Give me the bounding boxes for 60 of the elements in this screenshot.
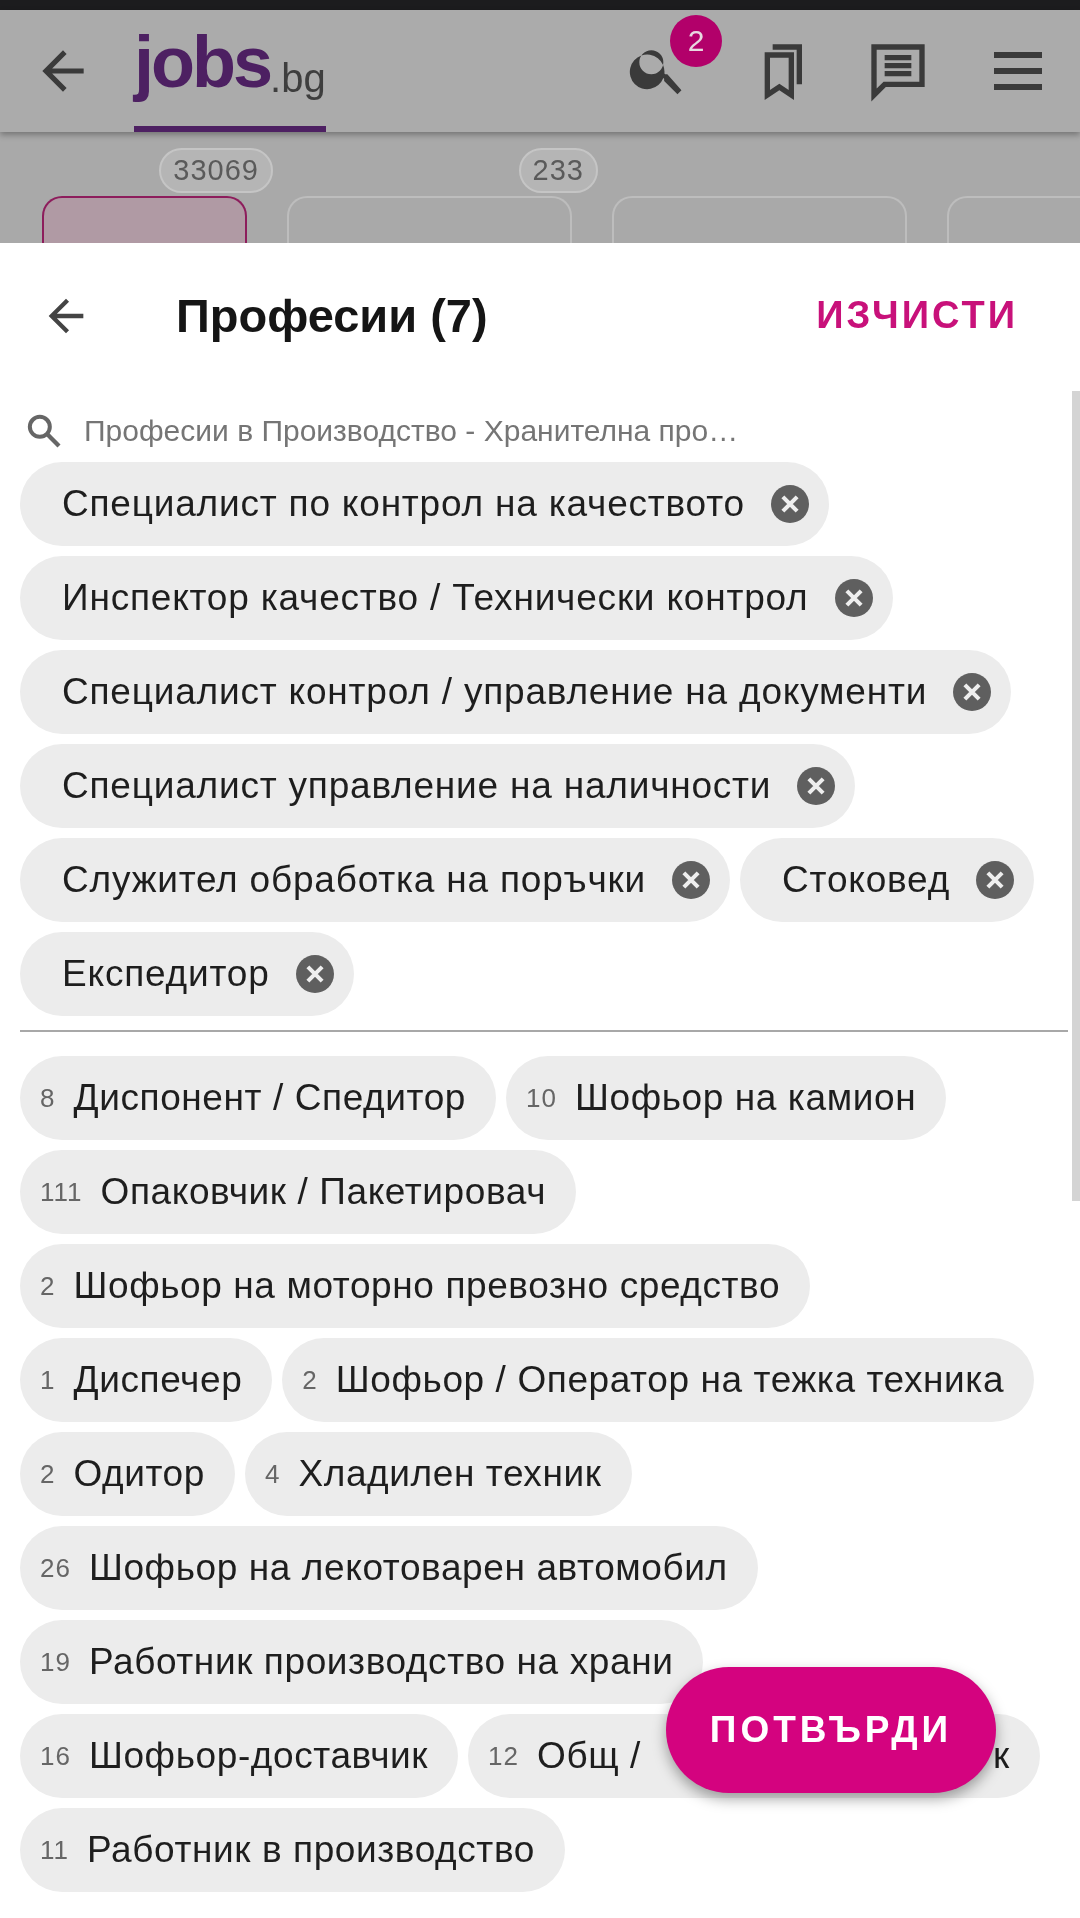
chip-label: Шофьор на моторно превозно средство <box>73 1265 781 1307</box>
scrollbar[interactable] <box>1072 391 1080 1201</box>
job-count: 12 <box>488 1740 520 1772</box>
selected-chip[interactable]: Стоковед <box>740 838 1035 922</box>
suggestion-chip[interactable]: 16 Шофьор-доставчик <box>20 1714 459 1798</box>
remove-icon[interactable] <box>797 767 836 805</box>
chip-label: Шофьор-доставчик <box>88 1735 429 1777</box>
job-count: 8 <box>40 1082 56 1114</box>
remove-icon[interactable] <box>295 955 334 993</box>
remove-icon[interactable] <box>976 861 1015 899</box>
chip-label: Работник в производство <box>87 1829 535 1871</box>
suggestion-chip[interactable]: 8 Диспонент / Спедитор <box>20 1056 496 1140</box>
sheet-title: Професии (7) <box>176 288 489 343</box>
chip-label: Опаковчик / Пакетировач <box>100 1171 547 1213</box>
chip-label: Общ / <box>537 1735 641 1777</box>
job-count: 26 <box>40 1552 71 1584</box>
chip-label: Диспечер <box>73 1359 243 1401</box>
notification-badge: 2 <box>670 15 722 67</box>
job-count: 2 <box>302 1364 318 1396</box>
suggestion-chip[interactable]: 19 Работник производство на храни <box>20 1620 704 1704</box>
job-count: 11 <box>40 1834 69 1866</box>
suggestion-chip[interactable]: 2 Одитор <box>20 1432 235 1516</box>
selected-chip[interactable]: Инспектор качество / Технически контрол <box>20 556 893 640</box>
chip-label: Шофьор на камион <box>574 1077 917 1119</box>
chip-label: Шофьор на лекотоварен автомобил <box>88 1547 728 1589</box>
job-count: 16 <box>40 1740 71 1772</box>
remove-icon[interactable] <box>953 673 992 711</box>
remove-icon[interactable] <box>672 861 711 899</box>
job-count: 4 <box>265 1458 281 1490</box>
chip-label: Диспонент / Спедитор <box>73 1077 466 1119</box>
job-count: 111 <box>40 1176 83 1208</box>
suggestion-chip[interactable]: 2 Шофьор на моторно превозно средство <box>20 1244 811 1328</box>
chip-label: Одитор <box>73 1453 205 1495</box>
remove-icon[interactable] <box>770 485 809 523</box>
suggestion-chip[interactable]: 1 Диспечер <box>20 1338 273 1422</box>
selected-chip[interactable]: Специалист управление на наличности <box>20 744 856 828</box>
suggestion-chip[interactable]: 10 Шофьор на камион <box>506 1056 947 1140</box>
count-badge: 33069 <box>159 148 273 193</box>
suggestion-chip[interactable]: 111 Опаковчик / Пакетировач <box>20 1150 577 1234</box>
category-card[interactable] <box>42 196 247 243</box>
selected-chip[interactable]: Специалист контрол / управление на документи <box>20 650 1012 734</box>
chip-label: Хладилен техник <box>298 1453 602 1495</box>
clear-button[interactable]: ИЗЧИСТИ <box>816 294 1018 337</box>
selected-chip[interactable]: Експедитор <box>20 932 354 1016</box>
job-count: 1 <box>40 1364 56 1396</box>
chip-label: Шофьор / Оператор на тежка техника <box>335 1359 1005 1401</box>
job-count: 2 <box>40 1458 56 1490</box>
selected-chip[interactable]: Специалист по контрол на качеството <box>20 462 829 546</box>
count-badge: 233 <box>518 148 598 193</box>
job-count: 10 <box>526 1082 557 1114</box>
selected-chip[interactable]: Служител обработка на поръчки <box>20 838 731 922</box>
job-count: 19 <box>40 1646 71 1678</box>
chip-label: к <box>993 1735 1010 1777</box>
search-field[interactable]: Професии в Производство - Хранителна про… <box>84 414 1068 448</box>
suggestion-chip[interactable]: 4 Хладилен техник <box>245 1432 632 1516</box>
suggestion-chip[interactable]: 26 Шофьор на лекотоварен автомобил <box>20 1526 758 1610</box>
suggestion-chip[interactable]: 11 Работник в производство <box>20 1808 565 1892</box>
job-count: 2 <box>40 1270 56 1302</box>
remove-icon[interactable] <box>834 579 873 617</box>
suggestion-chip[interactable]: 2 Шофьор / Оператор на тежка техника <box>282 1338 1035 1422</box>
